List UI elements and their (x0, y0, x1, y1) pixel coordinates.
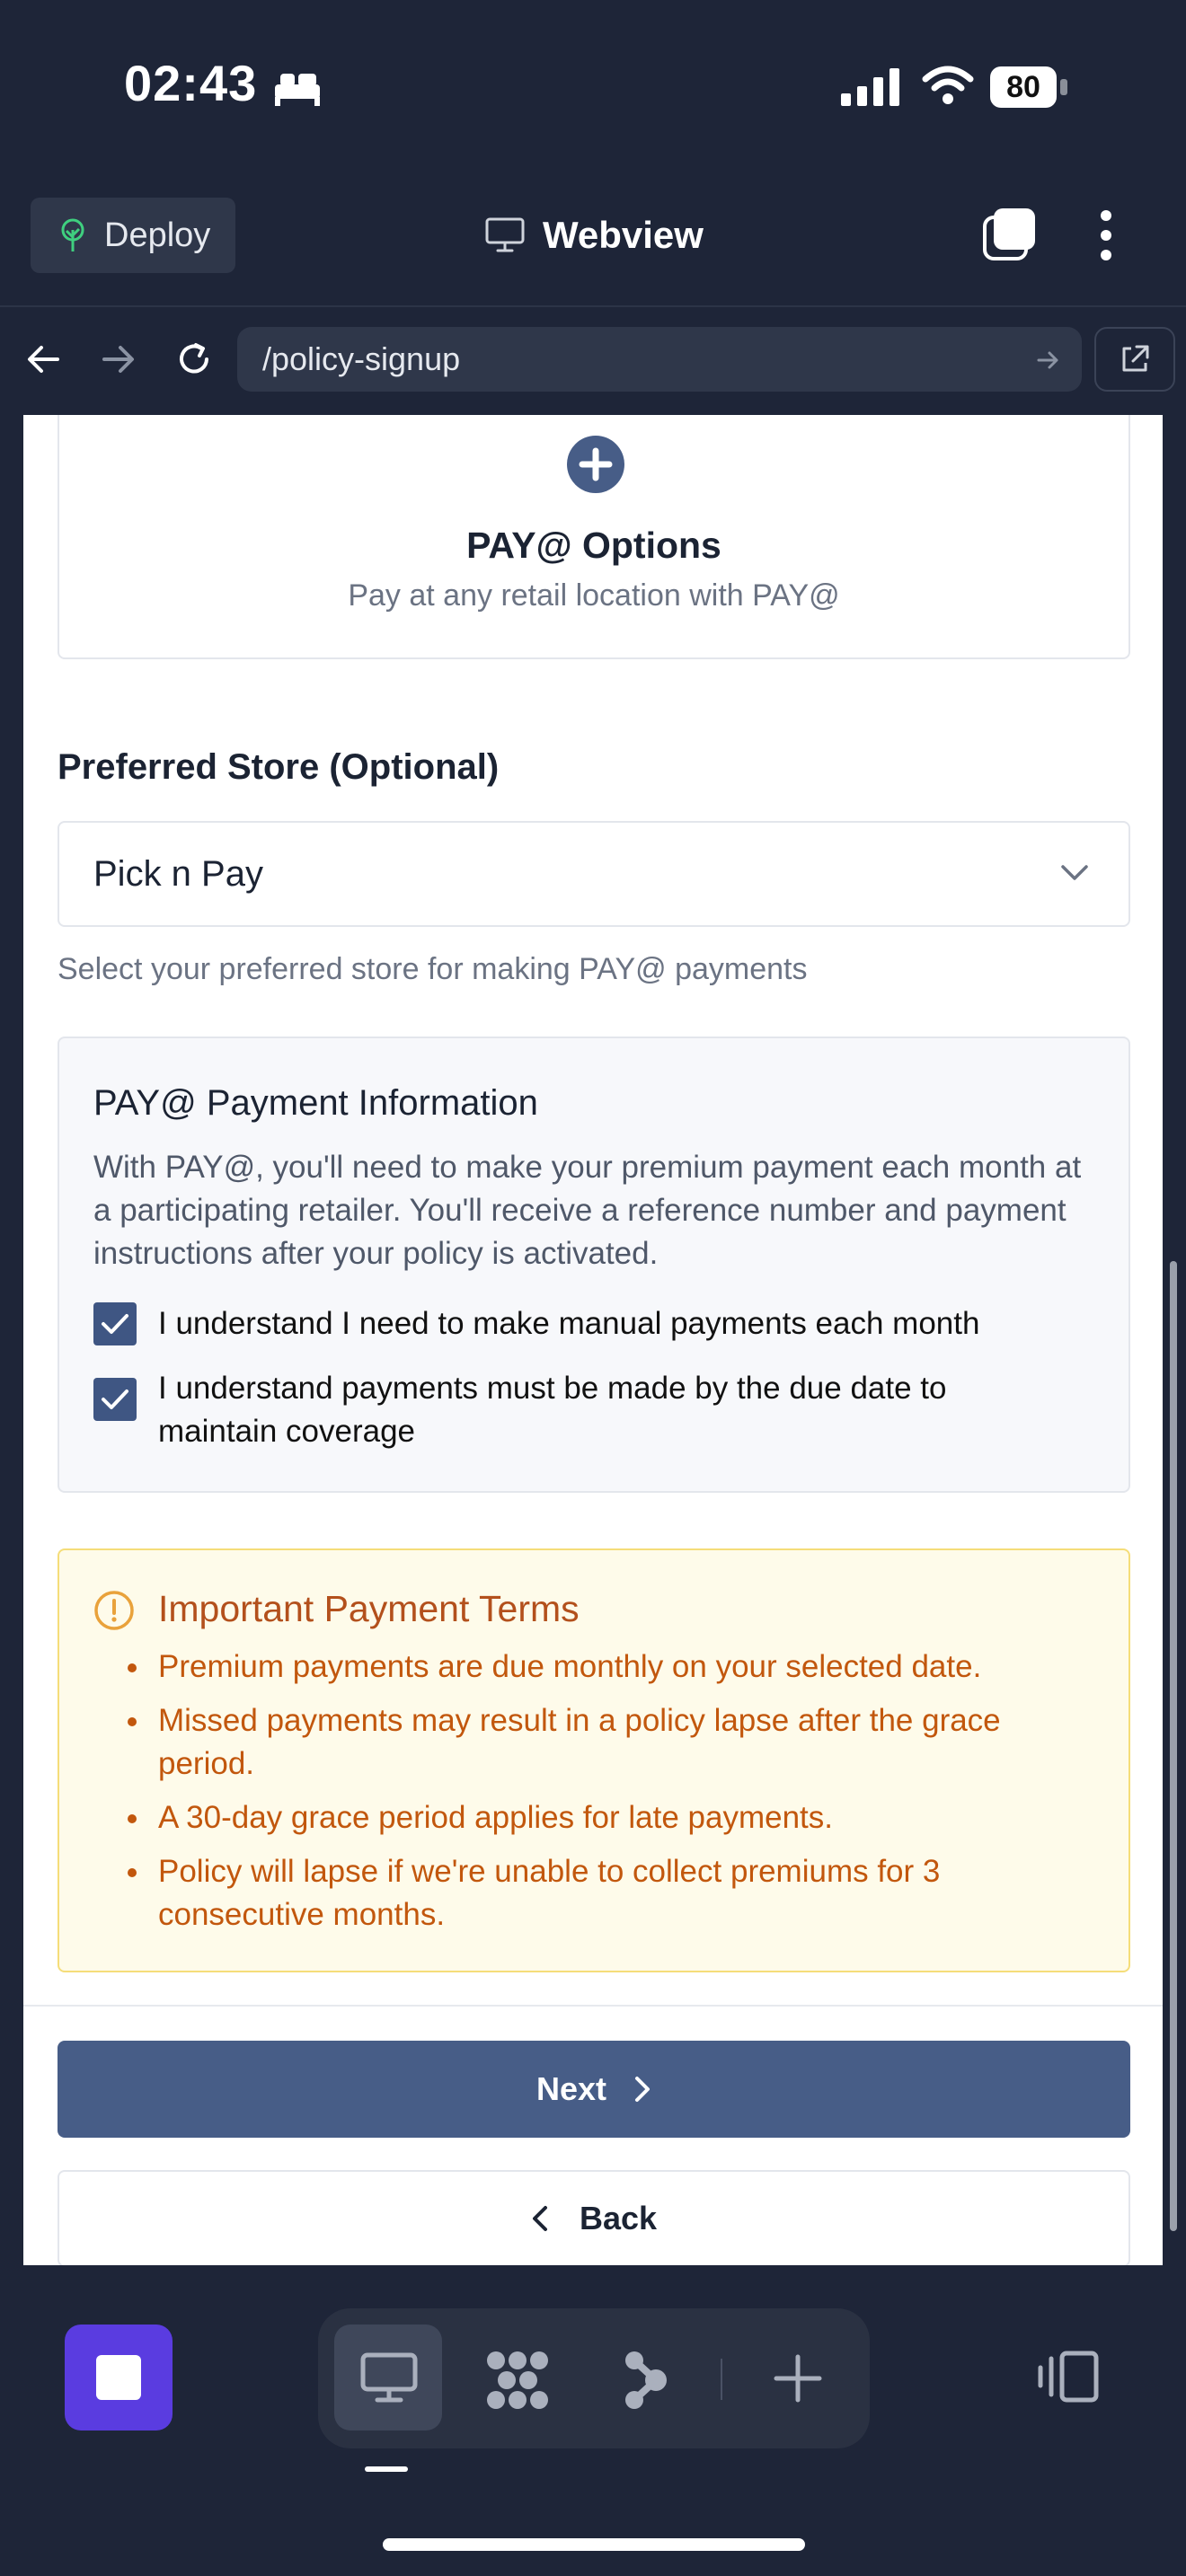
webview-title: Webview (485, 207, 704, 264)
back-arrow-icon[interactable] (25, 343, 61, 375)
next-label: Next (535, 2070, 607, 2107)
chevron-right-icon (635, 2077, 651, 2102)
payment-info-title: PAY@ Payment Information (93, 1083, 538, 1123)
payment-terms-list: Premium payments are due monthly on your… (110, 1645, 1089, 1947)
tree-icon (61, 218, 84, 251)
footer-divider (23, 2005, 1163, 2007)
page-scrollbar[interactable] (1170, 1261, 1177, 2231)
checkmark-icon (102, 1314, 128, 1334)
chevron-down-icon (1061, 865, 1088, 880)
stop-button[interactable] (65, 2325, 173, 2430)
flow-icon[interactable] (624, 2348, 668, 2413)
toolbar-divider (0, 305, 1186, 307)
payment-info-text: With PAY@, you'll need to make your prem… (93, 1150, 1082, 1271)
payment-term-item: Policy will lapse if we're unable to col… (110, 1850, 1089, 1936)
dock-separator (721, 2359, 722, 2400)
add-icon[interactable] (773, 2353, 823, 2404)
webview-page: PAY@ Options Pay at any retail location … (23, 415, 1163, 2265)
due-date-checkbox-row[interactable]: I understand payments must be made by th… (93, 1367, 1066, 1453)
due-date-checkbox[interactable] (93, 1378, 137, 1421)
chevron-left-icon (532, 2206, 547, 2231)
payment-term-item: Missed payments may result in a policy l… (110, 1699, 1089, 1786)
payment-term-item: Premium payments are due monthly on your… (110, 1645, 1089, 1689)
plus-circle-icon (567, 436, 624, 493)
external-link-icon (1122, 345, 1149, 372)
reload-icon[interactable] (174, 340, 214, 379)
manual-payments-checkbox-label: I understand I need to make manual payme… (158, 1306, 980, 1341)
checkmark-icon (102, 1389, 128, 1409)
preferred-store-hint: Select your preferred store for making P… (58, 952, 808, 986)
pay-options-subtitle: Pay at any retail location with PAY@ (348, 578, 840, 613)
view-switcher (318, 2308, 870, 2448)
panel-toggle-icon[interactable] (1035, 2348, 1100, 2405)
sleep-mode-icon (275, 74, 320, 106)
payment-info-box: PAY@ Payment Information With PAY@, you'… (58, 1037, 1130, 1493)
battery-icon: 80 (990, 66, 1067, 108)
payment-terms-box: Important Payment Terms Premium payments… (58, 1548, 1130, 1972)
deploy-button[interactable]: Deploy (31, 198, 235, 273)
apps-grid-icon[interactable] (483, 2348, 552, 2413)
preferred-store-label: Preferred Store (Optional) (58, 747, 500, 787)
signal-icon (841, 68, 899, 106)
battery-level: 80 (1006, 70, 1040, 104)
pay-options-card[interactable]: PAY@ Options Pay at any retail location … (58, 415, 1130, 659)
wifi-icon (922, 66, 974, 104)
preferred-store-select[interactable]: Pick n Pay (58, 821, 1130, 927)
back-button[interactable]: Back (58, 2170, 1130, 2265)
preferred-store-value: Pick n Pay (93, 853, 263, 894)
open-external-button[interactable] (1094, 327, 1175, 392)
dock-active-indicator (365, 2466, 408, 2472)
desktop-view-icon[interactable] (359, 2348, 419, 2407)
url-bar[interactable]: /policy-signup (237, 327, 1082, 392)
payment-terms-title: Important Payment Terms (158, 1588, 580, 1629)
stop-icon (96, 2355, 141, 2400)
deploy-label: Deploy (104, 216, 211, 254)
next-button[interactable]: Next (58, 2041, 1130, 2138)
status-time: 02:43 (124, 55, 258, 111)
pay-options-title: PAY@ Options (466, 525, 721, 566)
url-text: /policy-signup (262, 340, 461, 377)
tabs-icon[interactable] (981, 207, 1037, 262)
more-options-icon[interactable] (1098, 208, 1114, 262)
webview-title-text: Webview (543, 214, 704, 256)
go-arrow-icon[interactable] (1037, 350, 1060, 370)
alert-circle-icon (94, 1591, 134, 1630)
manual-payments-checkbox[interactable] (93, 1302, 137, 1345)
home-indicator[interactable] (383, 2538, 805, 2551)
due-date-checkbox-label: I understand payments must be made by th… (158, 1371, 947, 1449)
monitor-icon (485, 217, 525, 252)
forward-arrow-icon[interactable] (101, 343, 137, 375)
manual-payments-checkbox-row[interactable]: I understand I need to make manual payme… (93, 1302, 1066, 1345)
payment-term-item: A 30-day grace period applies for late p… (110, 1796, 1089, 1839)
back-label: Back (579, 2200, 658, 2236)
